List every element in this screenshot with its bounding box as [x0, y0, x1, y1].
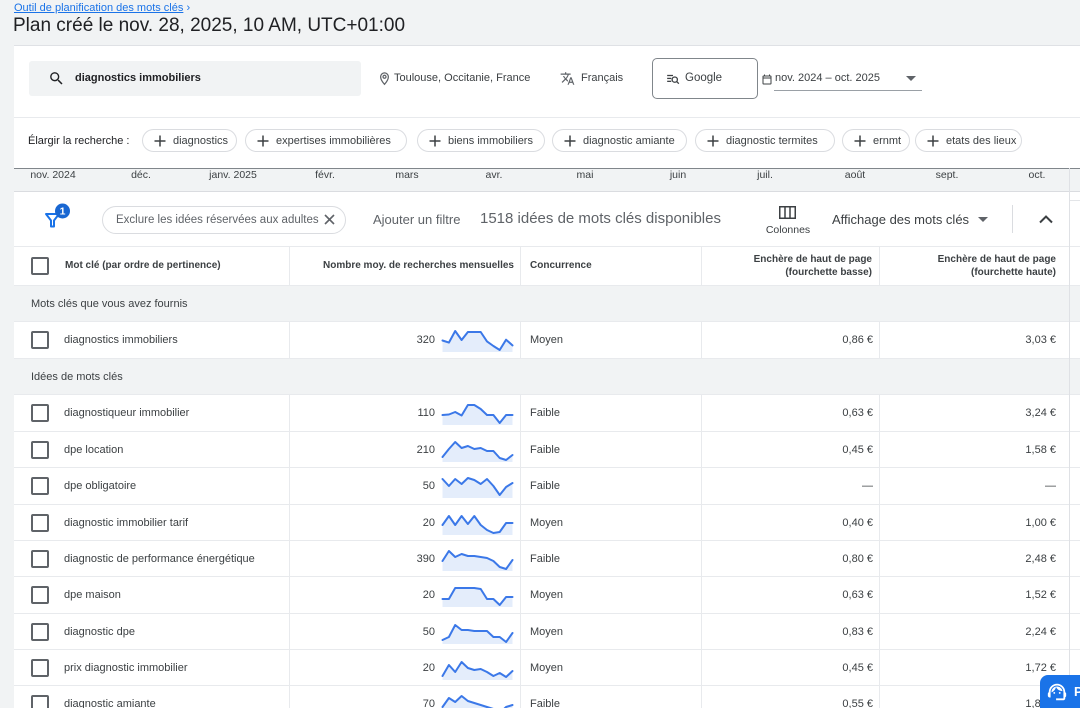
- svg-text:1: 1: [60, 206, 66, 218]
